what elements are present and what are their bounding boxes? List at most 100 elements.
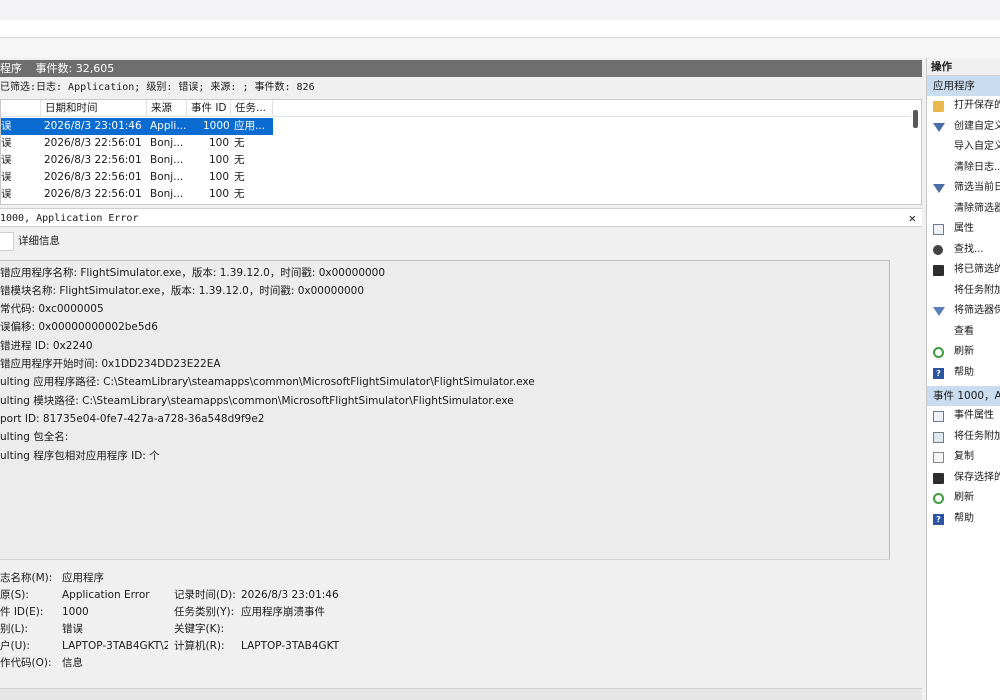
description-line: 错进程 ID: 0x2240 bbox=[0, 340, 93, 352]
action-clear-filter[interactable]: 清除筛选器 bbox=[927, 199, 1000, 220]
prop-value-computer: LAPTOP-3TAB4GKT bbox=[241, 640, 340, 652]
action-label: 将任务附加 bbox=[954, 430, 1000, 442]
action-clear-log[interactable]: 清除日志... bbox=[927, 158, 1000, 179]
column-header-event-id[interactable]: 事件 ID bbox=[187, 100, 231, 117]
table-row[interactable]: 误 2026/8/3 22:56:01 Bonj... 100 无 bbox=[1, 186, 273, 203]
row-event-id: 100 bbox=[209, 137, 230, 149]
action-view[interactable]: 查看 bbox=[927, 322, 1000, 343]
action-label: 查找... bbox=[954, 243, 984, 255]
folder-icon bbox=[933, 101, 944, 112]
description-line: 常代码: 0xc0000005 bbox=[0, 303, 104, 315]
action-label: 查看 bbox=[954, 325, 974, 337]
title-band bbox=[0, 0, 1000, 20]
row-level: 误 bbox=[1, 120, 12, 132]
actions-section-event[interactable]: 事件 1000，Ap bbox=[927, 386, 1000, 406]
action-event-properties[interactable]: 事件属性 bbox=[927, 406, 1000, 427]
action-copy[interactable]: 复制 bbox=[927, 447, 1000, 468]
row-datetime: 2026/8/3 23:01:46 bbox=[44, 120, 142, 132]
row-datetime: 2026/8/3 22:56:01 bbox=[44, 154, 142, 166]
table-row[interactable]: 误 2026/8/3 22:56:01 Bonj... 100 无 bbox=[1, 135, 273, 152]
action-properties[interactable]: 属性 bbox=[927, 219, 1000, 240]
help-icon: ? bbox=[933, 367, 944, 379]
action-help[interactable]: ? 帮助 bbox=[927, 363, 1000, 384]
column-header-task[interactable]: 任务... bbox=[231, 100, 273, 117]
tab-details[interactable]: 详细信息 bbox=[18, 232, 60, 251]
prop-value-opcode: 信息 bbox=[62, 657, 83, 669]
prop-value-logged: 2026/8/3 23:01:46 bbox=[241, 589, 339, 601]
help-icon: ? bbox=[933, 513, 944, 525]
filter-icon bbox=[933, 184, 945, 193]
row-event-id: 100 bbox=[209, 154, 230, 166]
table-row[interactable]: 误 2026/8/3 22:56:01 Bonj... 100 无 bbox=[1, 152, 273, 169]
prop-value-user: LAPTOP-3TAB4GKT\2( bbox=[62, 640, 168, 652]
refresh-icon bbox=[933, 347, 944, 358]
action-label: 帮助 bbox=[954, 366, 974, 378]
actions-pane: 操作 应用程序 打开保存的 创建自定义 导入自定义 清除日志... 筛选当前日 … bbox=[926, 58, 1000, 700]
row-datetime: 2026/8/3 22:56:01 bbox=[44, 137, 142, 149]
prop-label-event-id: 件 ID(E): bbox=[0, 606, 44, 618]
row-source: Bonj... bbox=[150, 137, 184, 149]
table-row[interactable]: 误 2026/8/3 22:56:01 Bonj... 100 无 bbox=[1, 169, 273, 186]
column-header-source[interactable]: 来源 bbox=[147, 100, 187, 117]
action-attach-task-to-event[interactable]: 将任务附加 bbox=[927, 427, 1000, 448]
prop-label-logged: 记录时间(D): bbox=[174, 589, 236, 601]
event-list[interactable]: 日期和时间 来源 事件 ID 任务... 误 2026/8/3 23:01:46… bbox=[0, 99, 922, 205]
table-row[interactable]: 误 2026/8/3 23:01:46 Appli... 1000 应用... bbox=[1, 118, 273, 135]
row-event-id: 1000 bbox=[203, 120, 229, 132]
log-name: 程序 bbox=[0, 62, 22, 75]
action-label: 属性 bbox=[954, 223, 974, 234]
row-event-id: 100 bbox=[209, 171, 230, 183]
action-attach-task-to-log[interactable]: 将任务附加 bbox=[927, 281, 1000, 302]
properties-icon bbox=[933, 411, 944, 422]
close-icon[interactable]: ✕ bbox=[909, 209, 916, 228]
action-find[interactable]: 查找... bbox=[927, 240, 1000, 261]
prop-label-computer: 计算机(R): bbox=[174, 640, 225, 652]
description-line: 错模块名称: FlightSimulator.exe，版本: 1.39.12.0… bbox=[0, 285, 365, 297]
action-label: 将任务附加 bbox=[954, 284, 1000, 296]
event-description: 错应用程序名称: FlightSimulator.exe，版本: 1.39.12… bbox=[0, 260, 890, 560]
properties-icon bbox=[933, 224, 944, 235]
action-label: 复制 bbox=[954, 451, 974, 462]
event-list-scrollbar[interactable] bbox=[913, 110, 918, 128]
tab-general[interactable] bbox=[0, 232, 14, 251]
prop-label-task: 任务类别(Y): bbox=[174, 606, 235, 618]
prop-label-log-name: 志名称(M): bbox=[0, 572, 53, 584]
prop-value-level: 错误 bbox=[62, 623, 83, 635]
column-header-datetime[interactable]: 日期和时间 bbox=[41, 100, 147, 117]
prop-value-source: Application Error bbox=[62, 589, 150, 601]
action-create-custom-view[interactable]: 创建自定义 bbox=[927, 117, 1000, 138]
row-datetime: 2026/8/3 22:56:01 bbox=[44, 171, 142, 183]
prop-value-log-name: 应用程序 bbox=[62, 572, 104, 584]
row-level: 误 bbox=[1, 188, 12, 200]
action-save-filter[interactable]: 将筛选器保 bbox=[927, 301, 1000, 322]
actions-section-log[interactable]: 应用程序 bbox=[927, 76, 1000, 96]
action-filter-current-log[interactable]: 筛选当前日 bbox=[927, 178, 1000, 199]
description-line: ulting 程序包相对应用程序 ID: 个 bbox=[0, 450, 160, 462]
action-save-filtered-log[interactable]: 将已筛选的 bbox=[927, 260, 1000, 281]
description-line: ulting 模块路径: C:\SteamLibrary\steamapps\c… bbox=[0, 395, 514, 407]
action-label: 将筛选器保 bbox=[954, 305, 1000, 316]
save-icon bbox=[933, 265, 944, 276]
description-line: 误偏移: 0x00000000002be5d6 bbox=[0, 321, 158, 333]
action-import-custom-view[interactable]: 导入自定义 bbox=[927, 137, 1000, 158]
row-source: Bonj... bbox=[150, 171, 184, 183]
action-refresh-event[interactable]: 刷新 bbox=[927, 488, 1000, 509]
description-line: ulting 包全名: bbox=[0, 431, 69, 443]
action-help-event[interactable]: ? 帮助 bbox=[927, 509, 1000, 530]
prop-label-source: 原(S): bbox=[0, 589, 29, 601]
action-save-selected-events[interactable]: 保存选择的 bbox=[927, 468, 1000, 489]
row-task: 无 bbox=[234, 171, 245, 183]
action-refresh[interactable]: 刷新 bbox=[927, 342, 1000, 363]
action-label: 保存选择的 bbox=[954, 471, 1000, 483]
event-properties: 志名称(M): 应用程序 原(S): Application Error 记录时… bbox=[0, 568, 890, 678]
row-task: 无 bbox=[234, 137, 245, 149]
prop-label-opcode: 作代码(O): bbox=[0, 657, 52, 669]
main-pane: 程序 事件数: 32,605 已筛选:日志: Application; 级别: … bbox=[0, 58, 923, 700]
event-count: 事件数: 32,605 bbox=[35, 62, 115, 75]
find-icon bbox=[933, 244, 943, 255]
row-task: 应用... bbox=[234, 120, 266, 132]
column-header-level[interactable] bbox=[1, 100, 41, 117]
prop-value-task: 应用程序崩溃事件 bbox=[241, 606, 325, 618]
action-open-saved-log[interactable]: 打开保存的 bbox=[927, 96, 1000, 117]
row-task: 无 bbox=[234, 188, 245, 200]
